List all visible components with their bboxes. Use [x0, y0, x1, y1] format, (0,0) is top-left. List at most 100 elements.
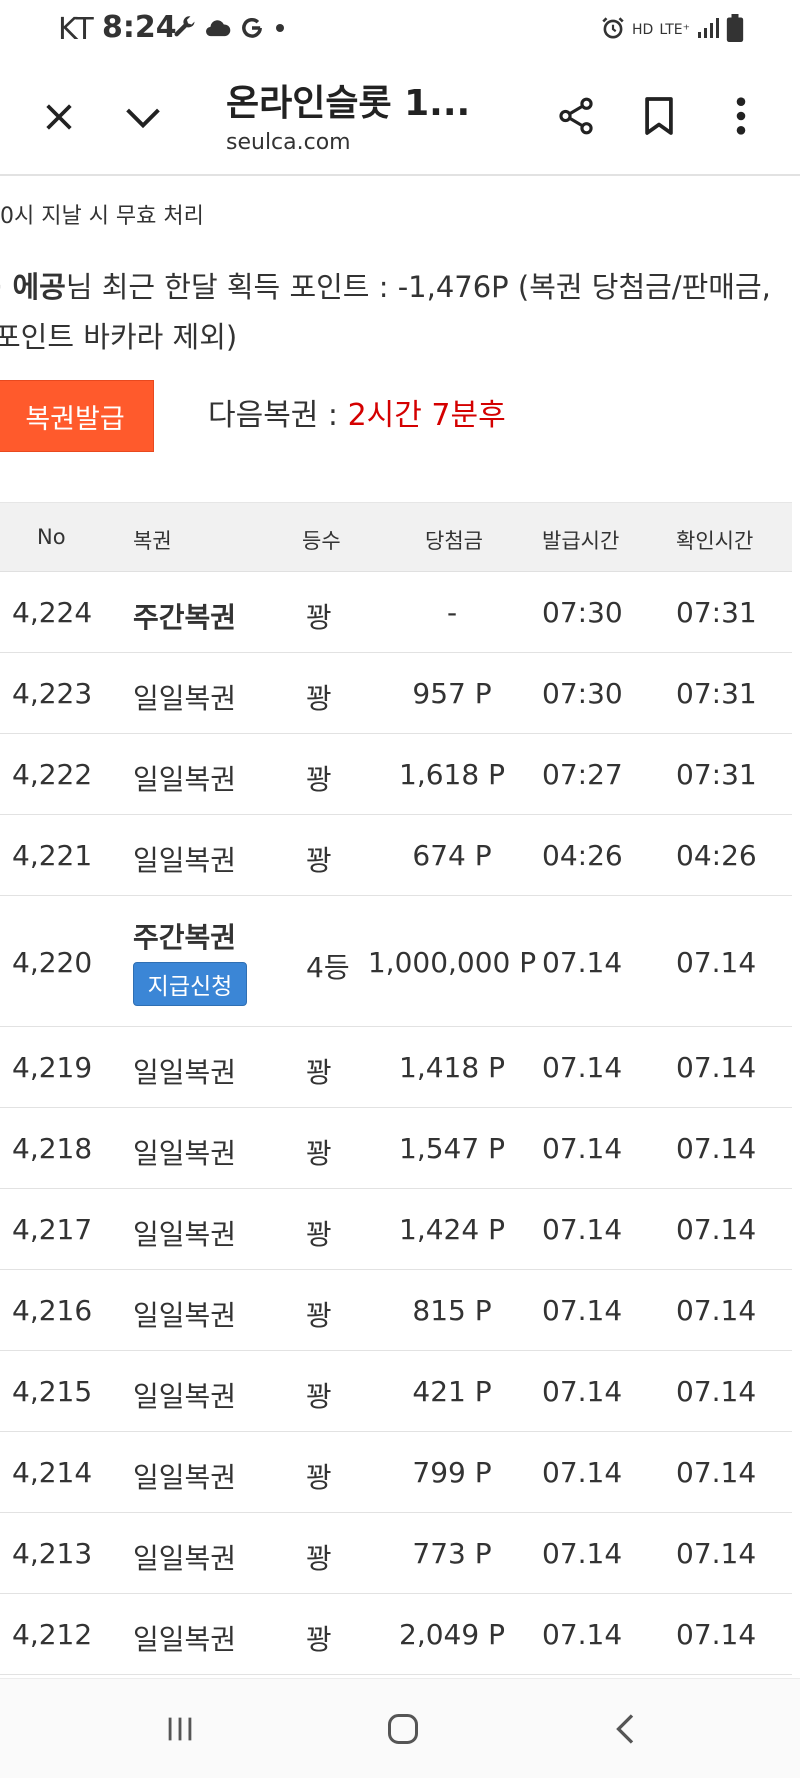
bullet: ·	[0, 270, 3, 304]
cell-grade: 꽝	[306, 1542, 332, 1575]
cell-no: 4,219	[12, 1051, 93, 1084]
cell-issued: 07.14	[542, 1132, 623, 1165]
cell-no: 4,214	[12, 1456, 93, 1489]
table-row: 4,217 일일복권 꽝 1,424 P 07.14 07.14	[0, 1189, 792, 1270]
cell-no: 4,221	[12, 839, 93, 872]
clock: 8:24	[102, 10, 177, 45]
table-row: 4,223 일일복권 꽝 957 P 07:30 07:31	[0, 653, 792, 734]
share-button[interactable]	[548, 90, 604, 146]
chevron-down-icon	[123, 103, 163, 135]
cell-issued: 07.14	[542, 1537, 623, 1570]
cell-issued: 07:27	[542, 758, 623, 791]
cell-confirmed: 07.14	[676, 1537, 757, 1570]
cell-confirmed: 07.14	[676, 1375, 757, 1408]
cell-issued: 07.14	[542, 1618, 623, 1651]
cell-confirmed: 07.14	[676, 1132, 757, 1165]
cell-confirmed: 07:31	[676, 596, 757, 629]
table-header: No 복권 등수 당첨금 발급시간 확인시간	[0, 502, 792, 572]
lottery-table: No 복권 등수 당첨금 발급시간 확인시간 4,224 주간복권 꽝 - 07…	[0, 502, 792, 1675]
system-nav-bar	[0, 1678, 800, 1778]
cell-issued: 07:30	[542, 596, 623, 629]
alarm-icon	[600, 15, 626, 45]
cell-type: 일일복권	[133, 682, 237, 715]
header-confirmed: 확인시간	[676, 529, 754, 553]
cell-confirmed: 04:26	[676, 839, 757, 872]
page-title: 온라인슬롯 1...	[226, 83, 471, 124]
bookmark-icon	[642, 95, 676, 141]
cell-no: 4,213	[12, 1537, 93, 1570]
cell-no: 4,216	[12, 1294, 93, 1327]
points-summary: · 에공님 최근 한달 획득 포인트 : -1,476P (복권 당첨금/판매금…	[0, 262, 794, 362]
collapse-button[interactable]	[116, 94, 170, 144]
signal-icon	[696, 16, 720, 44]
issue-lottery-button[interactable]: 복권발급	[0, 380, 154, 452]
lte-badge: LTE⁺	[659, 22, 690, 38]
home-icon	[385, 1711, 421, 1751]
cell-confirmed: 07.14	[676, 1456, 757, 1489]
cell-type: 일일복권	[133, 763, 237, 796]
cell-prize: 1,424 P	[399, 1213, 505, 1246]
hd-badge: HD	[632, 22, 654, 38]
cell-grade: 꽝	[306, 1623, 332, 1656]
cell-issued: 07.14	[542, 1294, 623, 1327]
expiry-notice: 0시 지날 시 무효 처리	[0, 204, 204, 229]
home-button[interactable]	[373, 1709, 433, 1753]
next-lottery-label: 다음복권 :	[208, 398, 348, 433]
cell-grade: 꽝	[306, 1380, 332, 1413]
cell-type: 일일복권	[133, 844, 237, 877]
cell-confirmed: 07.14	[676, 1294, 757, 1327]
back-button[interactable]	[596, 1709, 656, 1753]
table-row: 4,216 일일복권 꽝 815 P 07.14 07.14	[0, 1270, 792, 1351]
cell-confirmed: 07.14	[676, 1051, 757, 1084]
cell-type: 일일복권	[133, 1542, 237, 1575]
more-options-button[interactable]	[716, 90, 766, 146]
cell-grade: 꽝	[306, 1056, 332, 1089]
header-no: No	[37, 525, 66, 549]
cell-type: 일일복권	[133, 1623, 237, 1656]
cell-confirmed: 07.14	[676, 1618, 757, 1651]
header-grade: 등수	[302, 529, 341, 553]
cell-prize: 421 P	[412, 1375, 492, 1408]
cell-issued: 07.14	[542, 1051, 623, 1084]
share-icon	[555, 95, 597, 141]
cell-prize: 1,618 P	[399, 758, 505, 791]
cell-confirmed: 07:31	[676, 758, 757, 791]
cell-type: 주간복권	[133, 921, 237, 954]
cell-grade: 꽝	[306, 763, 332, 796]
back-icon	[611, 1711, 641, 1751]
cell-prize: -	[446, 596, 458, 629]
cell-type: 주간복권	[133, 601, 237, 634]
claim-payout-button[interactable]: 지급신청	[133, 962, 247, 1006]
cell-prize: 799 P	[412, 1456, 492, 1489]
cell-type: 일일복권	[133, 1380, 237, 1413]
cell-prize: 957 P	[412, 677, 492, 710]
cell-type: 일일복권	[133, 1056, 237, 1089]
table-row: 4,213 일일복권 꽝 773 P 07.14 07.14	[0, 1513, 792, 1594]
table-row: 4,222 일일복권 꽝 1,618 P 07:27 07:31	[0, 734, 792, 815]
cell-prize: 2,049 P	[399, 1618, 505, 1651]
cell-no: 4,218	[12, 1132, 93, 1165]
status-left-icons	[170, 14, 288, 46]
cell-type: 일일복권	[133, 1461, 237, 1494]
next-lottery: 다음복권 : 2시간 7분후	[208, 390, 506, 434]
user-name: 에공	[12, 270, 66, 304]
close-button[interactable]	[34, 94, 84, 144]
table-row: 4,214 일일복권 꽝 799 P 07.14 07.14	[0, 1432, 792, 1513]
cell-issued: 07.14	[542, 1375, 623, 1408]
battery-icon	[726, 14, 744, 46]
cell-no: 4,217	[12, 1213, 93, 1246]
cell-grade: 꽝	[306, 1299, 332, 1332]
cell-grade: 꽝	[306, 601, 332, 634]
cell-no: 4,223	[12, 677, 93, 710]
cell-prize: 1,000,000 P	[367, 946, 537, 979]
cell-no: 4,212	[12, 1618, 93, 1651]
cell-issued: 07.14	[542, 946, 623, 979]
cell-type: 일일복권	[133, 1137, 237, 1170]
cell-type: 일일복권	[133, 1299, 237, 1332]
table-row: 4,221 일일복권 꽝 674 P 04:26 04:26	[0, 815, 792, 896]
cell-issued: 07.14	[542, 1213, 623, 1246]
cell-prize: 773 P	[412, 1537, 492, 1570]
cell-type: 일일복권	[133, 1218, 237, 1251]
recents-button[interactable]	[150, 1709, 210, 1753]
bookmark-button[interactable]	[634, 90, 684, 146]
